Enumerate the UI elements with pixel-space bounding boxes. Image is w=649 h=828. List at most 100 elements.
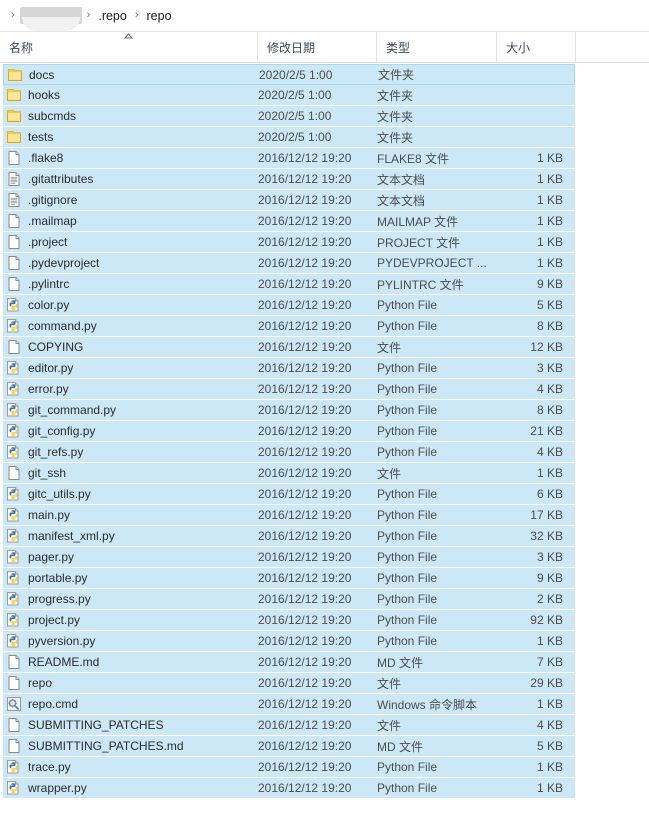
file-name-cell[interactable]: SUBMITTING_PATCHES [3,715,258,735]
file-name-label: .gitattributes [28,172,94,186]
file-name-label: docs [29,67,55,82]
file-name-cell[interactable]: repo.cmd [3,694,258,714]
folder-icon [6,129,22,145]
column-header-name[interactable]: 名称 [0,31,258,63]
file-row[interactable]: pager.py 2016/12/12 19:20 Python File 3 KB [3,547,575,568]
file-name-cell[interactable]: pyversion.py [3,631,258,651]
file-name-label: README.md [28,655,100,669]
file-name-cell[interactable]: pager.py [3,547,258,567]
file-name-cell[interactable]: command.py [3,316,258,336]
file-row[interactable]: color.py 2016/12/12 19:20 Python File 5 KB [3,295,575,316]
file-row[interactable]: SUBMITTING_PATCHES 2016/12/12 19:20 文件 4 KB [3,715,575,736]
file-row[interactable]: wrapper.py 2016/12/12 19:20 Python File 1 K… [3,778,575,799]
file-row[interactable]: command.py 2016/12/12 19:20 Python File 8 K… [3,316,575,337]
file-row[interactable]: COPYING 2016/12/12 19:20 文件 12 KB [3,337,575,358]
file-name-cell[interactable]: .pylintrc [3,274,258,294]
file-row[interactable]: .gitattributes 2016/12/12 19:20 文本文档 1 KB [3,169,575,190]
breadcrumb-item-repo[interactable]: repo [144,7,175,25]
file-row[interactable]: hooks 2020/2/5 1:00 文件夹 [3,85,575,106]
file-name-cell[interactable]: .mailmap [3,211,258,231]
file-row[interactable]: main.py 2016/12/12 19:20 Python File 17 KB [3,505,575,526]
file-name-cell[interactable]: error.py [3,379,258,399]
file-name-cell[interactable]: COPYING [3,337,258,357]
blank-file-icon [6,150,22,166]
file-name-cell[interactable]: trace.py [3,757,258,777]
file-row[interactable]: error.py 2016/12/12 19:20 Python File 4 KB [3,379,575,400]
blank-file-icon [6,276,22,292]
file-name-cell[interactable]: .project [3,232,258,252]
file-row[interactable]: docs 2020/2/5 1:00 文件夹 [3,64,575,85]
column-header-date-modified[interactable]: 修改日期 [258,31,377,63]
file-row[interactable]: editor.py 2016/12/12 19:20 Python File 3 KB [3,358,575,379]
breadcrumb-item-repo-dot[interactable]: .repo [95,7,130,25]
file-row[interactable]: SUBMITTING_PATCHES.md 2016/12/12 19:20 MD … [3,736,575,757]
file-name-label: pyversion.py [28,634,96,648]
file-row[interactable]: README.md 2016/12/12 19:20 MD 文件 7 KB [3,652,575,673]
blank-file-icon [6,339,22,355]
file-row[interactable]: trace.py 2016/12/12 19:20 Python File 1 KB [3,757,575,778]
file-row[interactable]: pyversion.py 2016/12/12 19:20 Python File 1… [3,631,575,652]
file-row[interactable]: .pydevproject 2016/12/12 19:20 PYDEVPROJEC… [3,253,575,274]
file-row[interactable]: .pylintrc 2016/12/12 19:20 PYLINTRC 文件 9 KB [3,274,575,295]
file-size-cell [498,65,573,84]
file-name-label: git_refs.py [28,445,84,459]
file-name-cell[interactable]: SUBMITTING_PATCHES.md [3,736,258,756]
file-type-cell: MD 文件 [377,739,423,754]
address-bar[interactable]: › › .repo › repo [0,0,649,32]
file-name-label: error.py [28,382,69,396]
file-row[interactable]: git_ssh 2016/12/12 19:20 文件 1 KB [3,463,575,484]
file-row[interactable]: gitc_utils.py 2016/12/12 19:20 Python File… [3,484,575,505]
file-name-cell[interactable]: .gitignore [3,190,258,210]
column-header-type[interactable]: 类型 [377,31,497,63]
file-row[interactable]: .mailmap 2016/12/12 19:20 MAILMAP 文件 1 KB [3,211,575,232]
file-name-cell[interactable]: docs [4,65,259,84]
file-name-label: main.py [28,508,71,522]
file-name-cell[interactable]: color.py [3,295,258,315]
file-row[interactable]: .project 2016/12/12 19:20 PROJECT 文件 1 KB [3,232,575,253]
file-name-cell[interactable]: hooks [3,85,258,105]
file-size-cell: 6 KB [536,487,563,501]
file-name-cell[interactable]: .pydevproject [3,253,258,273]
file-name-cell[interactable]: gitc_utils.py [3,484,258,504]
file-name-cell[interactable]: portable.py [3,568,258,588]
file-row[interactable]: git_command.py 2016/12/12 19:20 Python Fil… [3,400,575,421]
file-row[interactable]: git_config.py 2016/12/12 19:20 Python File… [3,421,575,442]
file-row[interactable]: git_refs.py 2016/12/12 19:20 Python File 4 … [3,442,575,463]
file-name-cell[interactable]: git_refs.py [3,442,258,462]
file-name-label: wrapper.py [28,781,87,795]
file-row[interactable]: progress.py 2016/12/12 19:20 Python File 2 … [3,589,575,610]
file-date-cell: 2016/12/12 19:20 [258,340,352,354]
file-row[interactable]: project.py 2016/12/12 19:20 Python File 92 … [3,610,575,631]
file-row[interactable]: repo 2016/12/12 19:20 文件 29 KB [3,673,575,694]
file-row[interactable]: portable.py 2016/12/12 19:20 Python File 9 … [3,568,575,589]
file-row[interactable]: tests 2020/2/5 1:00 文件夹 [3,127,575,148]
file-row[interactable]: manifest_xml.py 2016/12/12 19:20 Python Fi… [3,526,575,547]
file-date-cell: 2016/12/12 19:20 [258,739,352,753]
file-name-cell[interactable]: main.py [3,505,258,525]
file-name-cell[interactable]: manifest_xml.py [3,526,258,546]
column-header-size[interactable]: 大小 [497,31,576,63]
file-name-cell[interactable]: git_ssh [3,463,258,483]
file-name-cell[interactable]: project.py [3,610,258,630]
file-name-cell[interactable]: tests [3,127,258,147]
file-name-cell[interactable]: progress.py [3,589,258,609]
file-name-cell[interactable]: README.md [3,652,258,672]
file-row[interactable]: repo.cmd 2016/12/12 19:20 Windows 命令脚本 1 KB [3,694,575,715]
file-name-cell[interactable]: .flake8 [3,148,258,168]
file-row[interactable]: .flake8 2016/12/12 19:20 FLAKE8 文件 1 KB [3,148,575,169]
file-type-cell: Python File [377,592,438,606]
python-file-icon [6,423,22,439]
file-name-cell[interactable]: repo [3,673,258,693]
file-date-cell: 2016/12/12 19:20 [258,277,352,291]
file-name-cell[interactable]: git_config.py [3,421,258,441]
breadcrumb-item-redacted[interactable] [19,7,82,31]
file-name-cell[interactable]: subcmds [3,106,258,126]
file-size-cell: 8 KB [536,403,563,417]
file-name-cell[interactable]: wrapper.py [3,778,258,798]
file-name-cell[interactable]: .gitattributes [3,169,258,189]
file-row[interactable]: .gitignore 2016/12/12 19:20 文本文档 1 KB [3,190,575,211]
file-list[interactable]: docs 2020/2/5 1:00 文件夹 hooks 2020/2/5 1:00 文件… [0,63,649,799]
file-name-cell[interactable]: git_command.py [3,400,258,420]
file-row[interactable]: subcmds 2020/2/5 1:00 文件夹 [3,106,575,127]
file-name-cell[interactable]: editor.py [3,358,258,378]
